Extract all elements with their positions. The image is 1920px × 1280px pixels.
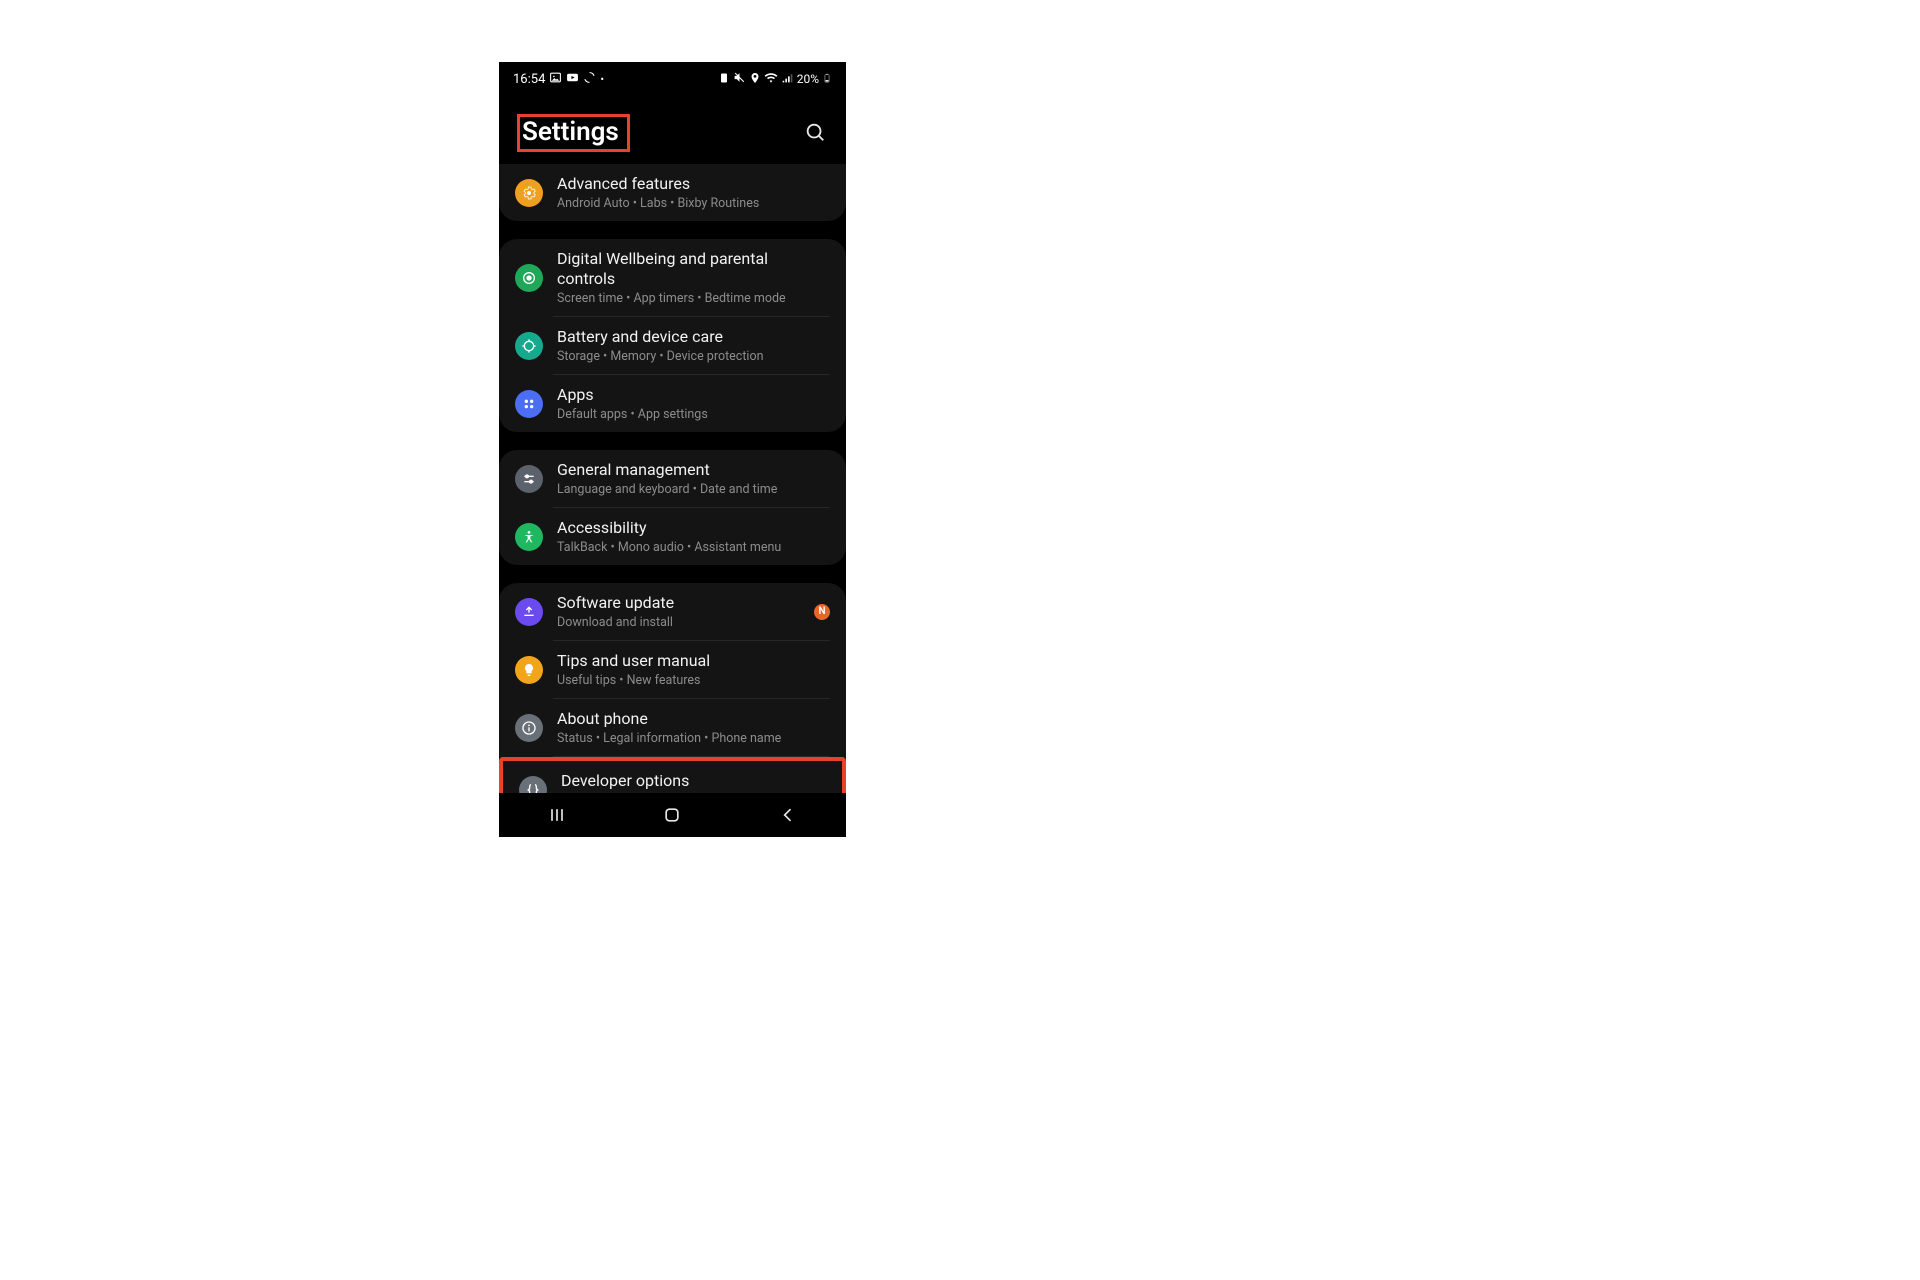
bulb-icon	[515, 656, 543, 684]
signal-icon	[781, 71, 794, 87]
row-title: Apps	[557, 385, 830, 405]
status-battery-pct: 20%	[797, 72, 819, 86]
row-title: Digital Wellbeing and parental controls	[557, 249, 830, 289]
info-icon	[515, 714, 543, 742]
phone-screen: 16:54 •	[499, 62, 846, 837]
row-subtitle: Default apps • App settings	[557, 407, 830, 422]
sync-icon	[583, 71, 596, 88]
row-title: Software update	[557, 593, 800, 613]
device-care-icon	[515, 332, 543, 360]
apps-icon	[515, 390, 543, 418]
settings-header: Settings	[499, 92, 846, 166]
gear-plus-icon	[515, 179, 543, 207]
row-about-phone[interactable]: About phone Status • Legal information •…	[499, 699, 846, 756]
row-subtitle: Status • Legal information • Phone name	[557, 731, 830, 746]
sliders-icon	[515, 465, 543, 493]
recents-button[interactable]	[537, 795, 577, 835]
row-title: Accessibility	[557, 518, 830, 538]
picture-icon	[549, 71, 562, 88]
location-icon	[749, 72, 761, 87]
row-subtitle: Android Auto • Labs • Bixby Routines	[557, 196, 830, 211]
row-general-management[interactable]: General management Language and keyboard…	[499, 450, 846, 507]
status-time: 16:54	[513, 72, 545, 87]
notification-badge: N	[814, 604, 830, 620]
row-tips[interactable]: Tips and user manual Useful tips • New f…	[499, 641, 846, 698]
row-subtitle: Language and keyboard • Date and time	[557, 482, 830, 497]
title-highlight: Settings	[517, 114, 630, 152]
youtube-icon	[566, 71, 579, 88]
wifi-icon	[764, 71, 778, 88]
search-button[interactable]	[804, 121, 828, 145]
row-subtitle: TalkBack • Mono audio • Assistant menu	[557, 540, 830, 555]
settings-list[interactable]: Advanced features Android Auto • Labs • …	[499, 164, 846, 837]
battery-icon	[822, 71, 832, 88]
row-subtitle: Download and install	[557, 615, 800, 630]
row-subtitle: Useful tips • New features	[557, 673, 830, 688]
no-sim-icon	[718, 72, 730, 87]
row-title: Battery and device care	[557, 327, 830, 347]
page-title: Settings	[522, 117, 619, 147]
row-title: Tips and user manual	[557, 651, 830, 671]
accessibility-icon	[515, 523, 543, 551]
home-button[interactable]	[652, 795, 692, 835]
row-title: Advanced features	[557, 174, 830, 194]
mute-icon	[733, 71, 746, 87]
wellbeing-icon	[515, 264, 543, 292]
update-icon	[515, 598, 543, 626]
row-software-update[interactable]: Software update Download and install N	[499, 583, 846, 640]
row-title: Developer options	[561, 771, 826, 791]
row-advanced-features[interactable]: Advanced features Android Auto • Labs • …	[499, 164, 846, 221]
status-bar: 16:54 •	[499, 62, 846, 92]
row-digital-wellbeing[interactable]: Digital Wellbeing and parental controls …	[499, 239, 846, 316]
row-apps[interactable]: Apps Default apps • App settings	[499, 375, 846, 432]
more-dot-icon: •	[600, 73, 604, 86]
row-subtitle: Storage • Memory • Device protection	[557, 349, 830, 364]
row-accessibility[interactable]: Accessibility TalkBack • Mono audio • As…	[499, 508, 846, 565]
row-subtitle: Screen time • App timers • Bedtime mode	[557, 291, 830, 306]
back-button[interactable]	[768, 795, 808, 835]
row-title: About phone	[557, 709, 830, 729]
navigation-bar	[499, 793, 846, 837]
row-title: General management	[557, 460, 830, 480]
row-battery-care[interactable]: Battery and device care Storage • Memory…	[499, 317, 846, 374]
